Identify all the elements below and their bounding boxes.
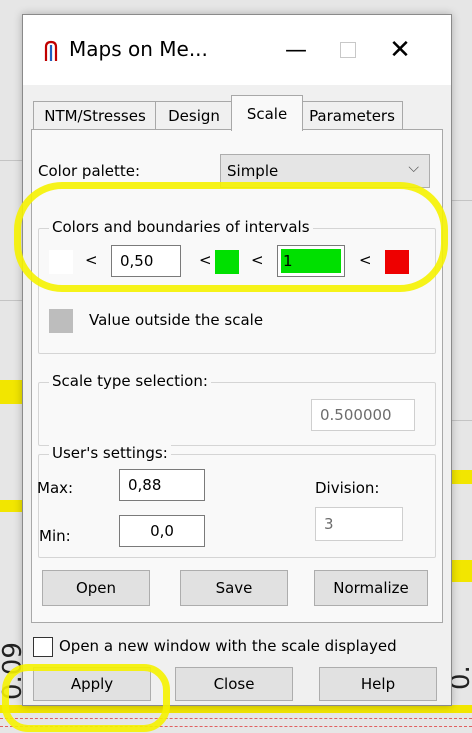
tab-parameters[interactable]: Parameters: [301, 101, 403, 130]
save-button[interactable]: Save: [180, 570, 288, 606]
app-icon: [44, 40, 58, 61]
scale-type-title: Scale type selection:: [49, 372, 211, 390]
outside-color-swatch[interactable]: [49, 309, 73, 333]
color-palette-select[interactable]: Simple ⌵: [220, 154, 430, 188]
lower-bound-input[interactable]: 0,50: [111, 245, 181, 277]
close-button[interactable]: Close: [175, 667, 293, 701]
grid-line: [450, 420, 472, 421]
apply-button[interactable]: Apply: [33, 667, 151, 701]
help-button[interactable]: Help: [319, 667, 437, 701]
minimize-button[interactable]: —: [273, 29, 319, 71]
division-input: 3: [315, 507, 403, 541]
scale-dialog: Maps on Me... — ✕ NTM/Stresses Design Sc…: [22, 14, 452, 706]
upper-bound-value: 1: [281, 249, 341, 273]
color-palette-label: Color palette:: [38, 162, 141, 180]
window-title: Maps on Me...: [69, 37, 208, 61]
mid-color-swatch[interactable]: [215, 250, 239, 274]
max-label: Max:: [37, 479, 74, 497]
maximize-button[interactable]: [325, 29, 371, 71]
open-button[interactable]: Open: [42, 570, 150, 606]
maximize-icon: [340, 42, 356, 58]
color-palette-value: Simple: [227, 162, 279, 180]
open-new-window-checkbox[interactable]: [33, 637, 53, 657]
cad-highlight: [450, 560, 472, 582]
close-icon: ✕: [389, 35, 411, 65]
cad-highlight: [450, 470, 472, 484]
cad-dashed-line: [0, 726, 472, 727]
division-label: Division:: [315, 479, 380, 497]
cad-highlight: [0, 500, 22, 512]
user-settings-group: User's settings: Max: 0,88 Division: Min…: [37, 444, 436, 558]
upper-bound-input[interactable]: 1: [277, 245, 345, 277]
max-input[interactable]: 0,88: [119, 469, 205, 501]
less-than-symbol: <: [199, 251, 212, 269]
outside-scale-label: Value outside the scale: [89, 311, 264, 329]
title-bar[interactable]: Maps on Me... — ✕: [23, 15, 451, 85]
scale-tab-panel: Color palette: Simple ⌵ Colors and bound…: [31, 129, 443, 623]
tab-design[interactable]: Design: [155, 101, 233, 130]
less-than-symbol: <: [251, 251, 264, 269]
min-input[interactable]: 0,0: [119, 515, 205, 547]
close-window-button[interactable]: ✕: [377, 29, 423, 71]
tab-ntm-stresses[interactable]: NTM/Stresses: [33, 101, 157, 130]
intervals-group-title: Colors and boundaries of intervals: [49, 218, 313, 236]
min-label: Min:: [39, 527, 71, 545]
low-color-swatch[interactable]: [49, 250, 73, 274]
cad-highlight: [0, 705, 472, 713]
normalize-button[interactable]: Normalize: [314, 570, 428, 606]
cad-dashed-line: [0, 718, 472, 719]
minimize-icon: —: [285, 37, 307, 63]
grid-line: [0, 160, 22, 161]
grid-line: [450, 200, 472, 201]
cad-highlight: [0, 380, 22, 404]
tab-scale[interactable]: Scale: [231, 95, 303, 131]
less-than-symbol: <: [85, 251, 98, 269]
high-color-swatch[interactable]: [385, 250, 409, 274]
scale-type-value: 0.500000: [311, 399, 415, 431]
less-than-symbol: <: [359, 251, 372, 269]
intervals-group: Colors and boundaries of intervals < 0,5…: [38, 218, 436, 354]
grid-line: [0, 300, 22, 301]
user-settings-title: User's settings:: [49, 444, 171, 462]
chevron-down-icon: ⌵: [408, 160, 419, 176]
scale-type-group: Scale type selection: 0.500000: [38, 372, 436, 446]
open-new-window-label: Open a new window with the scale display…: [59, 637, 397, 655]
